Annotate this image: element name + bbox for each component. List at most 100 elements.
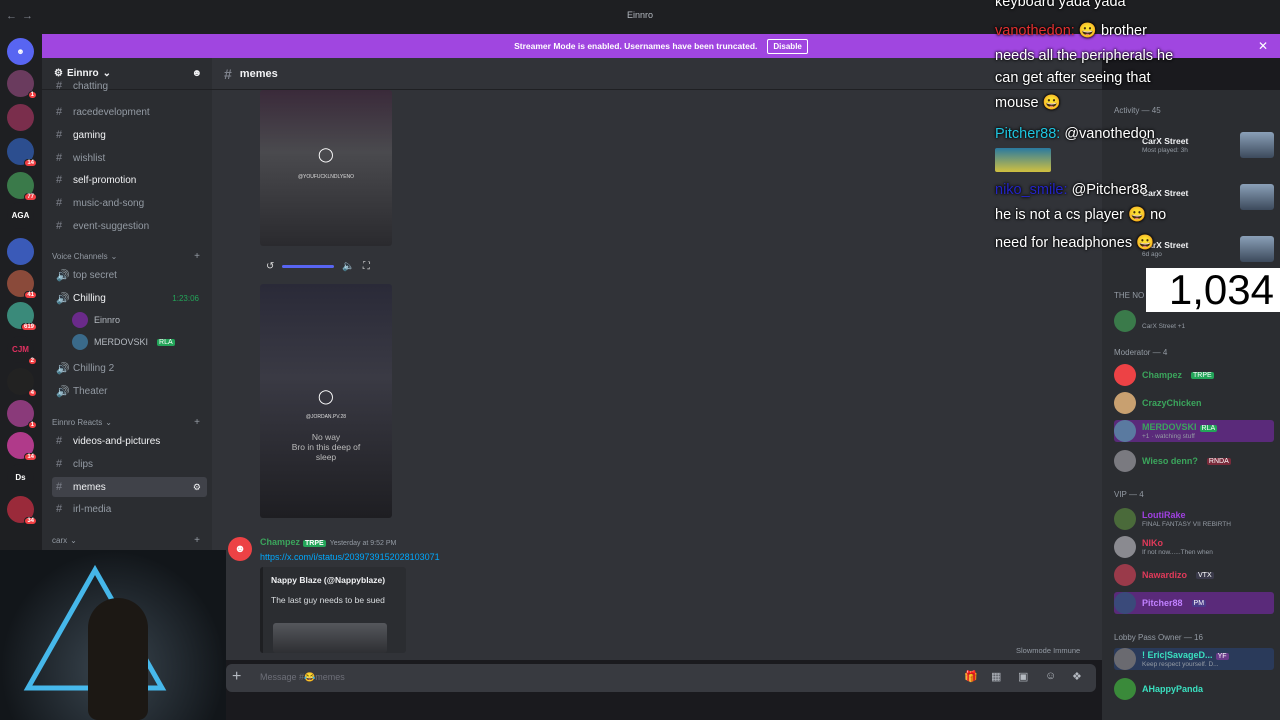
message-input[interactable]: + Message #😂memes 🎁 ▦ ▣ ☺ ❖ [226,664,1096,692]
streamer-figure [88,598,148,720]
channel-item[interactable]: # irl-media [52,499,207,519]
video-embed[interactable]: ◯ @JORDAN.PV.28 No way Bro in this deep … [260,284,392,518]
stream-chat-overlay: keyboard yada yada vanothedon: 😀 brother… [990,0,1280,260]
channel-item[interactable]: # videos-and-pictures [52,431,207,451]
disable-button[interactable]: Disable [767,38,808,54]
chat-line: mouse 😀 [995,95,1061,111]
member-item[interactable]: Nawardizo VTX [1114,564,1214,586]
channel-item-selected[interactable]: # memes ⚙ [52,477,207,497]
slowmode-label: Slowmode Immune [1016,646,1081,655]
chat-line: keyboard yada yada [995,0,1126,10]
channel-item[interactable]: # wishlist [52,148,207,168]
section-header: Lobby Pass Owner — 16 [1114,633,1203,642]
settings-icon[interactable]: ⚙ [193,482,207,493]
instagram-icon: ◯ [318,146,334,162]
member-item[interactable]: AHappyPanda [1114,678,1203,700]
banner-text: Streamer Mode is enabled. Usernames have… [514,41,758,51]
server-icon[interactable]: 14 [7,432,37,461]
voice-channel[interactable]: 🔊 Chilling 1:23:06 [52,288,207,308]
server-icon[interactable]: 1 [7,70,37,99]
hash-icon: # [224,65,232,82]
message-list: ◯ @YOUFUCKLNDLYENO ↺ 🔈 ⛶ ◯ @JORDAN.PV.28… [212,90,1102,660]
member-item[interactable]: ! Eric|SavageD... YF Keep respect yourself… [1114,648,1274,670]
member-item[interactable]: CarX Street +1 [1114,310,1185,332]
home-icon[interactable]: ☻ [7,38,34,65]
category-carx[interactable]: carx ⌄ [52,536,77,545]
message-link[interactable]: https://x.com/i/status/20397391520281030… [260,552,440,562]
server-icon[interactable]: AGA [7,202,34,229]
gif-icon[interactable]: ▦ [991,670,1001,683]
server-name: Einnro [66,68,99,79]
member-item[interactable]: NIKo If not now......Then when [1114,536,1213,558]
channel-item[interactable]: # clips [52,454,207,474]
add-channel-icon[interactable]: + [194,417,200,428]
chat-line: needs all the peripherals he [995,48,1174,64]
voice-channel[interactable]: 🔊 Theater [52,381,207,401]
server-icon[interactable] [7,104,34,131]
voice-user[interactable]: Einnro [72,312,120,328]
member-item[interactable]: CrazyChicken [1114,392,1202,414]
voice-channel[interactable]: 🔊 top secret [52,265,207,285]
server-icon[interactable]: 1 [7,400,37,429]
server-icon[interactable]: 4 [7,368,37,397]
message-author[interactable]: Champez TRPE Yesterday at 9:52 PM [260,537,396,547]
channel-item[interactable]: # racedevelopment [52,102,207,122]
fullscreen-icon[interactable]: ⛶ [363,261,370,272]
member-item[interactable]: Pitcher88 PM [1114,592,1274,614]
volume-icon[interactable]: 🔈 [342,261,354,272]
member-item[interactable]: Wieso denn? RNDA [1114,450,1231,472]
chat-line: he is not a cs player 😀 no [995,207,1167,223]
add-channel-icon[interactable]: + [194,535,200,546]
channel-item[interactable]: # self-promotion [52,170,207,190]
emoji-icon[interactable]: ☺ [1045,670,1056,682]
channel-item[interactable]: # event-suggestion [52,216,207,236]
section-header: THE NO [1114,291,1145,300]
video-progress[interactable] [282,264,335,268]
chat-line: vanothedon: 😀 brother [995,23,1147,39]
server-icon[interactable]: Ds [7,464,34,491]
video-embed[interactable]: ◯ @YOUFUCKLNDLYENO [260,90,392,246]
video-controls: ↺ 🔈 ⛶ [260,256,392,276]
add-user-icon[interactable]: ☻ [191,68,202,79]
gift-icon[interactable]: 🎁 [964,670,978,683]
webcam-overlay [0,550,226,720]
channel-item[interactable]: # chatting [52,80,207,92]
apps-icon[interactable]: ❖ [1072,670,1082,683]
viewer-count: 1,034 [1146,268,1280,312]
avatar[interactable]: ☻ [228,537,252,561]
embed-author[interactable]: Nappy Blaze (@Nappyblaze) [271,575,398,585]
add-attachment-icon[interactable]: + [232,668,241,686]
server-icon[interactable]: 77 [7,172,37,201]
server-icon[interactable]: 619 [7,302,37,331]
chevron-down-icon: ⌄ [102,68,112,79]
category-voice[interactable]: Voice Channels ⌄ [52,252,117,261]
member-item[interactable]: LoutiRake FINAL FANTASY VII REBIRTH [1114,508,1231,530]
chat-line: niko_smile: @Pitcher88 [995,182,1148,198]
channel-title: memes [239,67,278,80]
replay-icon[interactable]: ↺ [266,261,274,272]
voice-channel[interactable]: 🔊 Chilling 2 [52,358,207,378]
channel-item[interactable]: # gaming [52,125,207,145]
member-item[interactable]: MERDOVSKI RLA +1 · watching stuff [1114,420,1274,442]
channel-header: # memes [212,58,1102,90]
sticker-icon[interactable]: ▣ [1018,670,1028,683]
embed-text: The last guy needs to be sued [271,595,385,605]
add-channel-icon[interactable]: + [194,251,200,262]
instagram-icon: ◯ [318,388,334,404]
member-item[interactable]: Champez TRPE [1114,364,1214,386]
category-reacts[interactable]: Einnro Reacts ⌄ [52,418,112,427]
server-icon[interactable]: 41 [7,270,37,299]
gear-icon: ⚙ [54,68,63,79]
voice-user[interactable]: MERDOVSKI RLA [72,334,175,350]
chat-line: need for headphones 😀 [995,235,1155,251]
server-icon[interactable] [7,238,34,265]
server-icon[interactable]: 34 [7,496,37,525]
channel-item[interactable]: # music-and-song [52,193,207,213]
server-icon[interactable]: 14 [7,138,37,167]
section-header: VIP — 4 [1114,490,1144,499]
embed-image[interactable] [273,623,387,653]
channel-sidebar: ⚙ Einnro ⌄ ☻ # chatting # racedevelopment … [42,58,212,550]
message-placeholder: Message #😂memes [260,672,345,682]
chat-line: Pitcher88: @vanothedon [995,126,1155,142]
server-icon[interactable]: CJM 2 [7,336,37,365]
